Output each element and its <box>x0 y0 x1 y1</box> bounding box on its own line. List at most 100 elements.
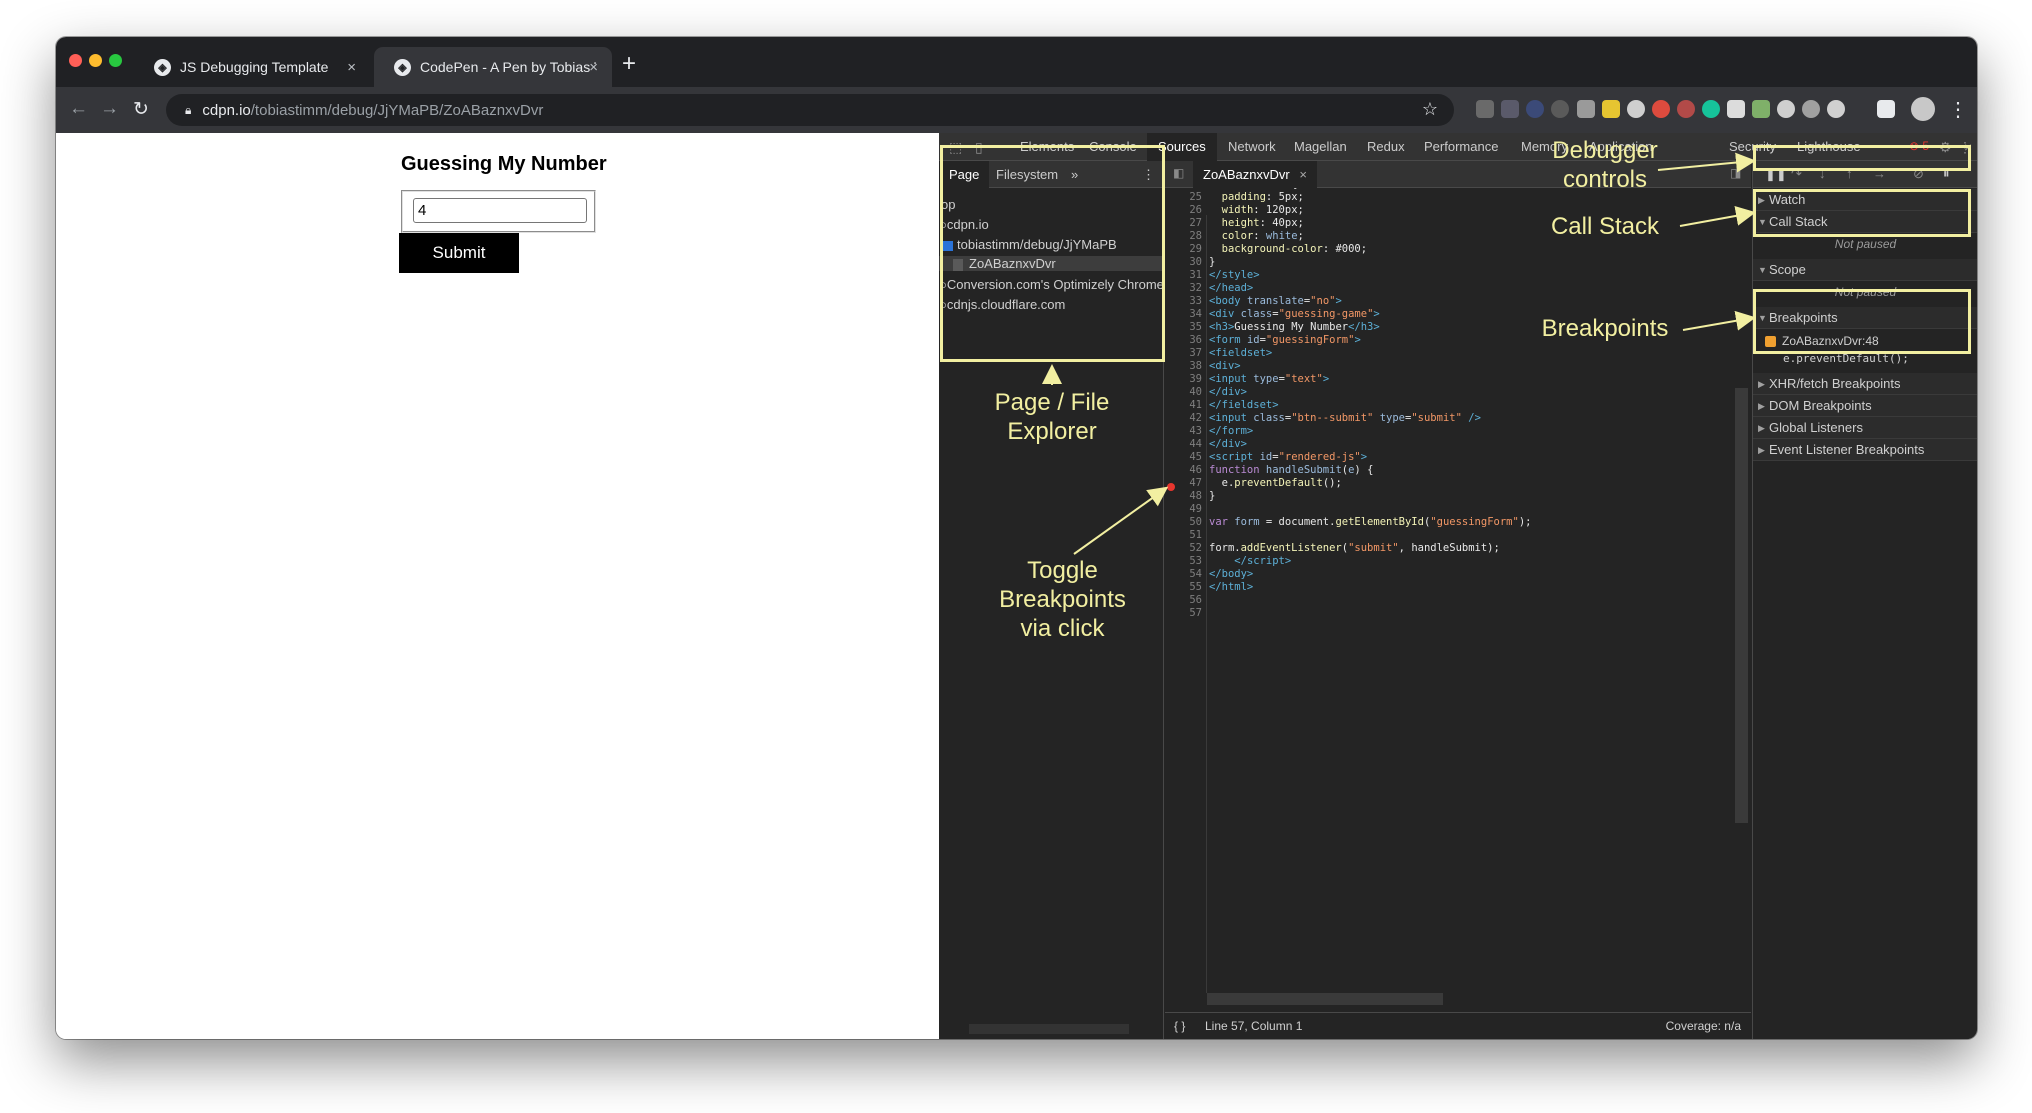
line-number[interactable]: 56 <box>1165 594 1202 607</box>
grammarly-icon[interactable] <box>1702 100 1720 118</box>
line-number[interactable]: 51 <box>1165 529 1202 542</box>
back-button[interactable]: ← <box>69 98 88 120</box>
lock-icon: 🔒︎ <box>185 102 192 117</box>
address-bar[interactable]: 🔒︎ cdpn.io /tobiastimm/debug/JjYMaPB/ZoA… <box>166 94 1454 126</box>
line-number[interactable]: 37 <box>1165 347 1202 360</box>
code-area[interactable]: 2425262728293031323334353637383940414243… <box>1165 188 1751 993</box>
line-number[interactable]: 26 <box>1165 204 1202 217</box>
js-extension-icon[interactable] <box>1602 100 1620 118</box>
extension-icon[interactable] <box>1752 100 1770 118</box>
line-number[interactable]: 53 <box>1165 555 1202 568</box>
line-number[interactable]: 31 <box>1165 269 1202 282</box>
collapse-icon: ▼ <box>1758 265 1767 275</box>
section-dom-breakpoints[interactable]: ▶ DOM Breakpoints <box>1753 395 1977 417</box>
line-number[interactable]: 45 <box>1165 451 1202 464</box>
extension-icon[interactable] <box>1551 100 1569 118</box>
highlight-breakpoints <box>1753 289 1971 354</box>
line-number[interactable]: 54 <box>1165 568 1202 581</box>
section-xhr-breakpoints[interactable]: ▶ XHR/fetch Breakpoints <box>1753 373 1977 395</box>
line-number[interactable]: 50 <box>1165 516 1202 529</box>
section-event-listener-breakpoints[interactable]: ▶ Event Listener Breakpoints <box>1753 439 1977 461</box>
line-number[interactable]: 57 <box>1165 607 1202 620</box>
line-number[interactable]: 35 <box>1165 321 1202 334</box>
file-tab[interactable]: ZoABaznxvDvr × <box>1193 161 1317 188</box>
zoom-window-button[interactable] <box>109 54 122 67</box>
tab-redux[interactable]: Redux <box>1367 139 1405 154</box>
line-number[interactable]: 52 <box>1165 542 1202 555</box>
line-number[interactable]: 29 <box>1165 243 1202 256</box>
coverage-status: Coverage: n/a <box>1665 1019 1741 1033</box>
file-tab-label: ZoABaznxvDvr <box>1203 167 1290 182</box>
line-number[interactable]: 46 <box>1165 464 1202 477</box>
line-number[interactable]: 36 <box>1165 334 1202 347</box>
page-title: Guessing My Number <box>401 153 607 175</box>
submit-button[interactable]: Submit <box>399 233 519 273</box>
tab-magellan[interactable]: Magellan <box>1294 139 1347 154</box>
puzzle-extensions-icon[interactable] <box>1877 100 1895 118</box>
extension-icon[interactable] <box>1802 100 1820 118</box>
source-code[interactable]: .btn--submit { padding: 5px; width: 120p… <box>1209 188 1531 594</box>
extension-icon[interactable] <box>1501 100 1519 118</box>
forward-button[interactable]: → <box>100 98 119 120</box>
tab-title: JS Debugging Template <box>180 59 329 75</box>
line-number[interactable]: 32 <box>1165 282 1202 295</box>
extension-icon[interactable] <box>1526 100 1544 118</box>
codepen-icon: ◈ <box>154 58 171 76</box>
new-tab-button[interactable]: + <box>622 50 636 78</box>
react-extension-icon[interactable] <box>1827 100 1845 118</box>
highlight-debugger-controls <box>1753 145 1971 171</box>
pretty-print-icon[interactable]: { } <box>1174 1019 1185 1033</box>
breakpoint-marker[interactable] <box>1167 483 1175 491</box>
guess-input[interactable] <box>413 198 587 223</box>
browser-tab-active[interactable]: ◈ CodePen - A Pen by Tobias Tim × <box>374 47 612 87</box>
extension-icon[interactable] <box>1727 100 1745 118</box>
reload-button[interactable]: ↻ <box>133 98 149 121</box>
line-number[interactable]: 49 <box>1165 503 1202 516</box>
line-number[interactable]: 34 <box>1165 308 1202 321</box>
line-number[interactable]: 44 <box>1165 438 1202 451</box>
line-number[interactable]: 30 <box>1165 256 1202 269</box>
line-number[interactable]: 33 <box>1165 295 1202 308</box>
call-stack-status: Not paused <box>1834 237 1897 251</box>
editor-vertical-scrollbar[interactable] <box>1735 388 1748 823</box>
close-window-button[interactable] <box>69 54 82 67</box>
extension-icon[interactable] <box>1677 100 1695 118</box>
line-numbers[interactable]: 2425262728293031323334353637383940414243… <box>1165 188 1202 620</box>
url-host: cdpn.io <box>202 101 251 119</box>
line-number[interactable]: 48 <box>1165 490 1202 503</box>
guessing-fieldset <box>401 190 596 233</box>
extension-icon[interactable] <box>1577 100 1595 118</box>
browser-tab[interactable]: ◈ JS Debugging Template × <box>134 47 370 87</box>
tab-network[interactable]: Network <box>1228 139 1276 154</box>
line-number[interactable]: 43 <box>1165 425 1202 438</box>
extension-icon[interactable] <box>1627 100 1645 118</box>
extension-icon[interactable] <box>1777 100 1795 118</box>
section-label: DOM Breakpoints <box>1769 398 1872 413</box>
file-tab-close-icon[interactable]: × <box>1299 167 1307 182</box>
tab-close-icon[interactable]: × <box>347 59 356 76</box>
toggle-debugger-icon[interactable]: ◨ <box>1730 166 1741 180</box>
line-number[interactable]: 39 <box>1165 373 1202 386</box>
line-number[interactable]: 25 <box>1165 191 1202 204</box>
address-toolbar: ← → ↻ 🔒︎ cdpn.io /tobiastimm/debug/JjYMa… <box>56 87 1977 133</box>
browser-menu-icon[interactable]: ⋮ <box>1948 97 1968 122</box>
line-number[interactable]: 40 <box>1165 386 1202 399</box>
line-number[interactable]: 42 <box>1165 412 1202 425</box>
avatar[interactable] <box>1911 97 1935 121</box>
line-number[interactable]: 41 <box>1165 399 1202 412</box>
minimize-window-button[interactable] <box>89 54 102 67</box>
pen-extension-icon[interactable] <box>1476 100 1494 118</box>
toggle-navigator-icon[interactable]: ◧ <box>1173 166 1184 180</box>
line-number[interactable]: 28 <box>1165 230 1202 243</box>
tab-close-icon[interactable]: × <box>589 59 598 76</box>
line-number[interactable]: 55 <box>1165 581 1202 594</box>
tab-performance[interactable]: Performance <box>1424 139 1498 154</box>
chrome-extension-icon[interactable] <box>1652 100 1670 118</box>
bookmark-star-icon[interactable]: ☆ <box>1422 99 1438 120</box>
section-scope[interactable]: ▼ Scope <box>1753 259 1977 281</box>
section-global-listeners[interactable]: ▶ Global Listeners <box>1753 417 1977 439</box>
editor-horizontal-scrollbar[interactable] <box>1207 993 1443 1005</box>
navigator-scrollbar[interactable] <box>969 1024 1129 1034</box>
line-number[interactable]: 38 <box>1165 360 1202 373</box>
line-number[interactable]: 27 <box>1165 217 1202 230</box>
